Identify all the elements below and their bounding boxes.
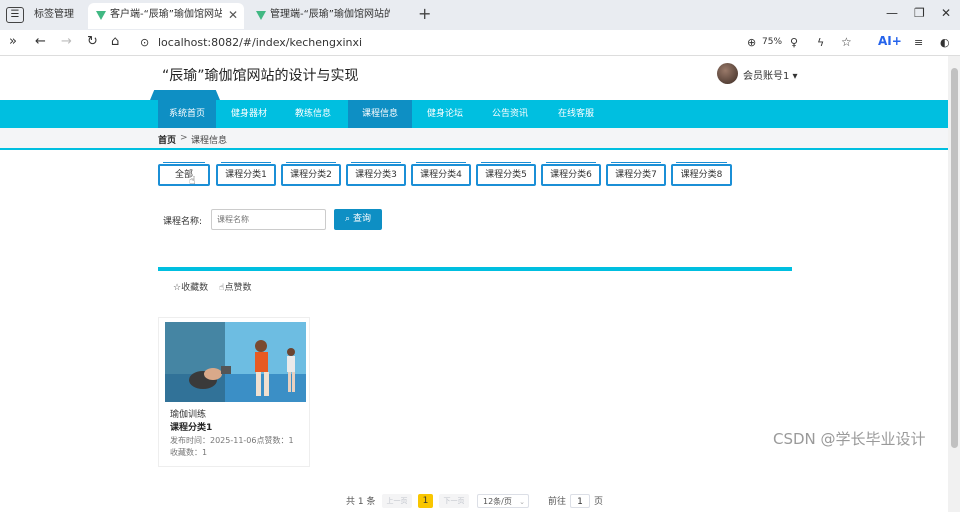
page-size-value: 12条/页	[483, 497, 512, 506]
next-page-button[interactable]: 下一页	[439, 494, 469, 508]
forward-icon[interactable]: →	[61, 34, 72, 49]
sort-by-likes[interactable]: ☝点赞数	[219, 280, 252, 293]
tab-group-label[interactable]: 标签管理	[28, 3, 84, 29]
nav-item-forum[interactable]: 健身论坛	[416, 100, 474, 128]
reader-icon[interactable]: ≡	[914, 36, 923, 49]
course-card[interactable]: 瑜伽训练 课程分类1 发布时间：2025-11-06点赞数：1 收藏数：1	[158, 317, 310, 467]
extensions-icon[interactable]: ◐	[940, 36, 950, 49]
tab-admin[interactable]: 管理端-“辰瑜”瑜伽馆网站的设	[248, 3, 404, 29]
breadcrumb-separator: >	[180, 133, 188, 143]
home-tab-decoration	[150, 90, 220, 100]
course-name[interactable]: 瑜伽训练	[170, 407, 206, 420]
key-icon[interactable]: ♀	[790, 36, 798, 49]
category-1-button[interactable]: 课程分类1	[216, 162, 276, 186]
scrollbar-thumb[interactable]	[951, 68, 958, 448]
content-divider	[158, 267, 792, 271]
page-suffix: 页	[594, 497, 604, 507]
breadcrumb-current: 课程信息	[191, 136, 228, 146]
ai-button[interactable]: AI+	[878, 34, 902, 48]
course-meta-line1: 发布时间：2025-11-06点赞数：1	[170, 436, 294, 445]
category-7-button[interactable]: 课程分类7	[606, 162, 666, 186]
restore-icon[interactable]: ❐	[914, 6, 925, 20]
zoom-level[interactable]: 75%	[762, 37, 782, 47]
category-2-button[interactable]: 课程分类2	[281, 162, 341, 186]
yoga-photo	[165, 322, 306, 402]
minimize-icon[interactable]: —	[886, 6, 898, 20]
watermark: CSDN @学长毕业设计	[773, 430, 926, 448]
address-bar: » ← → ↻ ⌂ ⊙ localhost:8082/#/index/keche…	[0, 30, 960, 56]
nav-item-news[interactable]: 公告资讯	[481, 100, 539, 128]
url-field[interactable]: localhost:8082/#/index/kechengxinxi	[158, 36, 362, 49]
sort-likes-label: 点赞数	[224, 283, 252, 293]
nav-item-home[interactable]: 系统首页	[158, 100, 216, 128]
course-category: 课程分类1	[170, 423, 213, 433]
lightning-icon[interactable]: ϟ	[817, 36, 824, 49]
chevron-down-icon: ⌄	[519, 498, 525, 506]
new-tab-plus-icon[interactable]: +	[418, 4, 431, 23]
page-scrollbar[interactable]	[948, 56, 960, 512]
vue-logo-icon	[96, 11, 106, 20]
page-size-select[interactable]: 12条/页 ⌄	[477, 494, 529, 508]
site-title: “辰瑜”瑜伽馆网站的设计与实现	[162, 68, 359, 84]
vue-logo-icon	[256, 11, 266, 20]
category-6-button[interactable]: 课程分类6	[541, 162, 601, 186]
star-icon: ☆	[173, 283, 182, 293]
prev-page-button[interactable]: 上一页	[382, 494, 412, 508]
search-button[interactable]: ⌕ 查询	[334, 209, 382, 230]
search-input[interactable]	[211, 209, 326, 230]
goto-label: 前往	[548, 497, 567, 507]
tab-client-label: 客户端-“辰瑜”瑜伽馆网站的	[110, 9, 222, 20]
category-8-button[interactable]: 课程分类8	[671, 162, 732, 186]
search-icon: ⌕	[345, 214, 351, 224]
tab-group-text: 标签管理	[34, 9, 74, 20]
course-image[interactable]	[165, 322, 306, 402]
user-name[interactable]: 会员账号1 ▾	[743, 67, 798, 82]
window-close-icon[interactable]: ✕	[941, 6, 951, 20]
category-3-button[interactable]: 课程分类3	[346, 162, 406, 186]
sidebar-toggle-icon[interactable]: »	[9, 34, 17, 49]
site-info-icon[interactable]: ⊙	[140, 36, 149, 49]
search-label: 课程名称:	[163, 217, 203, 227]
back-icon[interactable]: ←	[35, 34, 46, 49]
category-all-button[interactable]: 全部	[158, 162, 210, 186]
tab-admin-label: 管理端-“辰瑜”瑜伽馆网站的设	[270, 9, 390, 20]
current-page-button[interactable]: 1	[418, 494, 433, 508]
tab-client[interactable]: 客户端-“辰瑜”瑜伽馆网站的 ✕	[88, 3, 244, 29]
avatar[interactable]	[717, 63, 738, 84]
mouse-cursor-icon: ☝	[189, 174, 196, 187]
search-button-label: 查询	[352, 214, 371, 224]
tab-menu-icon[interactable]: ☰	[6, 7, 24, 23]
home-icon[interactable]: ⌂	[111, 34, 119, 49]
sort-favorites-label: 收藏数	[181, 283, 209, 293]
goto-page-input[interactable]: 1	[570, 494, 590, 508]
nav-item-courses[interactable]: 课程信息	[348, 100, 412, 128]
nav-item-equipment[interactable]: 健身器材	[220, 100, 278, 128]
favorite-star-icon[interactable]: ☆	[841, 35, 852, 49]
zoom-icon[interactable]: ⊕	[747, 36, 756, 49]
close-icon[interactable]: ✕	[228, 3, 238, 27]
nav-item-coaches[interactable]: 教练信息	[284, 100, 342, 128]
browser-tab-bar: ☰ 标签管理 客户端-“辰瑜”瑜伽馆网站的 ✕ 管理端-“辰瑜”瑜伽馆网站的设 …	[0, 0, 960, 30]
nav-item-service[interactable]: 在线客服	[547, 100, 605, 128]
category-5-button[interactable]: 课程分类5	[476, 162, 536, 186]
breadcrumb-home[interactable]: 首页	[158, 133, 176, 146]
pagination-total: 共 1 条	[346, 497, 376, 507]
reload-icon[interactable]: ↻	[87, 34, 98, 49]
category-4-button[interactable]: 课程分类4	[411, 162, 471, 186]
sort-by-favorites[interactable]: ☆收藏数	[173, 280, 208, 293]
main-nav-bar	[0, 100, 948, 128]
course-meta-line2: 收藏数：1	[170, 448, 208, 457]
breadcrumb: 首页 > 课程信息	[0, 128, 948, 150]
